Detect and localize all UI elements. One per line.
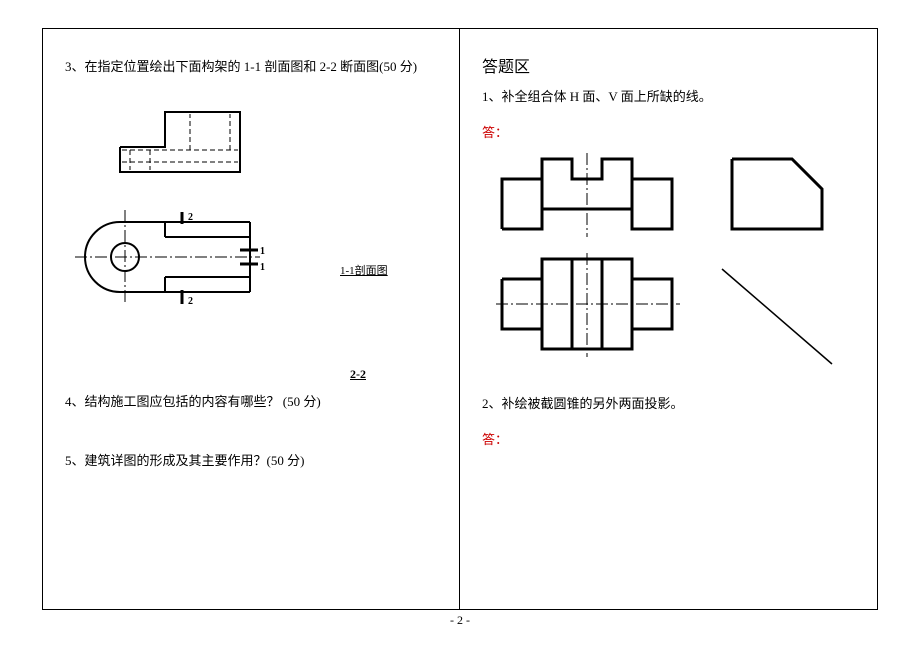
answer-label-2: 答： <box>482 429 855 448</box>
combination-drawing <box>482 149 862 384</box>
answer-q1: 1、补全组合体 H 面、V 面上所缺的线。 <box>482 87 855 108</box>
svg-text:2: 2 <box>188 212 193 223</box>
question-5: 5、建筑详图的形成及其主要作用？(50 分) <box>65 451 437 472</box>
svg-text:2: 2 <box>188 296 193 307</box>
figure-combination <box>482 149 855 384</box>
answer-area-title: 答题区 <box>482 53 855 77</box>
page-number: - 2 - <box>0 613 920 628</box>
structure-drawing: 2 2 1 1 <box>65 92 295 332</box>
columns: 3、在指定位置绘出下面构架的 1-1 剖面图和 2-2 断面图(50 分) <box>43 29 877 609</box>
page-border: 3、在指定位置绘出下面构架的 1-1 剖面图和 2-2 断面图(50 分) <box>42 28 878 610</box>
label-1-1: 1-1剖面图 <box>340 262 388 278</box>
svg-text:1: 1 <box>260 262 265 273</box>
question-3: 3、在指定位置绘出下面构架的 1-1 剖面图和 2-2 断面图(50 分) <box>65 57 437 78</box>
question-4: 4、结构施工图应包括的内容有哪些？ (50 分) <box>65 392 437 413</box>
answer-label-1: 答： <box>482 122 855 141</box>
figure-structure: 2 2 1 1 1-1剖面图 2-2 <box>65 92 437 332</box>
label-2-2: 2-2 <box>350 367 366 382</box>
left-column: 3、在指定位置绘出下面构架的 1-1 剖面图和 2-2 断面图(50 分) <box>43 29 460 609</box>
answer-q2: 2、补绘被截圆锥的另外两面投影。 <box>482 394 855 415</box>
right-column: 答题区 1、补全组合体 H 面、V 面上所缺的线。 答： <box>460 29 877 609</box>
svg-text:1: 1 <box>260 246 265 257</box>
